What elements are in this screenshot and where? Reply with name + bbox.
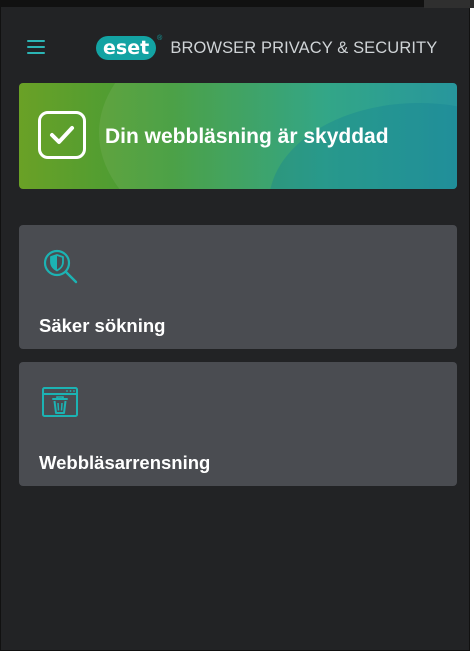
- app-header: eset ® BROWSER PRIVACY & SECURITY: [1, 25, 471, 71]
- secure-search-card[interactable]: Säker sökning: [19, 225, 457, 349]
- protection-status-banner: Din webbläsning är skyddad: [19, 83, 457, 189]
- hamburger-menu-icon[interactable]: [27, 40, 47, 56]
- registered-mark: ®: [157, 35, 163, 42]
- window-corner-strip: [424, 0, 474, 8]
- window-top-strip: [1, 1, 474, 7]
- app-window: eset ® BROWSER PRIVACY & SECURITY Din we…: [0, 0, 474, 651]
- browser-cleanup-icon: [41, 384, 79, 422]
- protection-status-text: Din webbläsning är skyddad: [105, 125, 389, 148]
- browser-cleanup-label: Webbläsarrensning: [39, 452, 211, 473]
- eset-logo-badge: eset: [96, 36, 157, 60]
- secure-search-label: Säker sökning: [39, 315, 166, 336]
- eset-logo: eset ® BROWSER PRIVACY & SECURITY: [96, 35, 437, 61]
- secure-search-icon: [41, 247, 79, 285]
- browser-cleanup-card[interactable]: Webbläsarrensning: [19, 362, 457, 486]
- checkmark-icon: [38, 111, 86, 159]
- product-name: BROWSER PRIVACY & SECURITY: [170, 38, 438, 57]
